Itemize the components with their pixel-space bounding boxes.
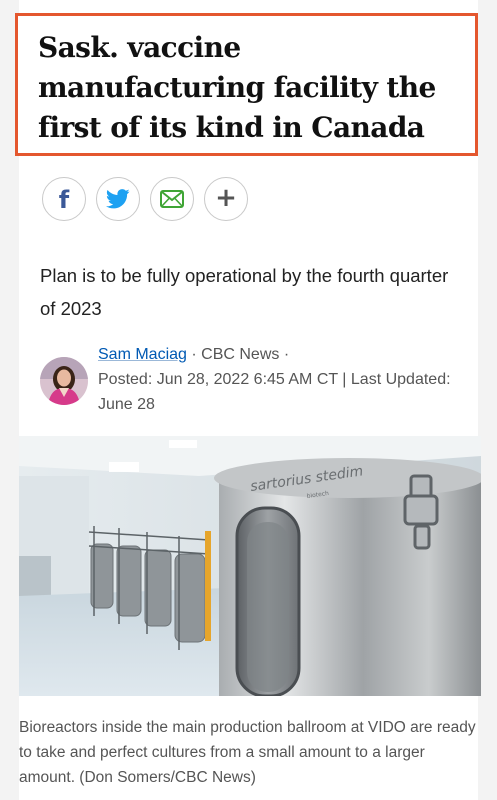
headline: Sask. vaccine manufacturing facility the… xyxy=(38,31,436,144)
photo-caption: Bioreactors inside the main production b… xyxy=(19,719,476,786)
byline-separator: · xyxy=(186,346,202,363)
share-more-button[interactable]: + xyxy=(204,177,248,221)
share-email-button[interactable] xyxy=(150,177,194,221)
email-icon xyxy=(160,190,184,208)
author-link[interactable]: Sam Maciag xyxy=(98,346,187,363)
article-dek: Plan is to be fully operational by the f… xyxy=(40,265,449,319)
byline: Sam Maciag · CBC News · Posted: Jun 28, … xyxy=(98,342,458,417)
article-photo[interactable]: sartorius stedim biotech xyxy=(19,436,481,696)
facebook-icon: f xyxy=(58,186,70,214)
author-avatar[interactable] xyxy=(40,357,88,405)
headline-highlight-box: Sask. vaccine manufacturing facility the… xyxy=(15,13,478,156)
share-facebook-button[interactable]: f xyxy=(42,177,86,221)
twitter-icon xyxy=(106,189,130,209)
plus-icon: + xyxy=(215,183,237,213)
share-twitter-button[interactable] xyxy=(96,177,140,221)
posted-timestamp: Posted: Jun 28, 2022 6:45 AM CT | Last U… xyxy=(98,371,451,413)
byline-outlet: CBC News xyxy=(201,346,280,363)
byline-separator: · xyxy=(279,346,290,363)
